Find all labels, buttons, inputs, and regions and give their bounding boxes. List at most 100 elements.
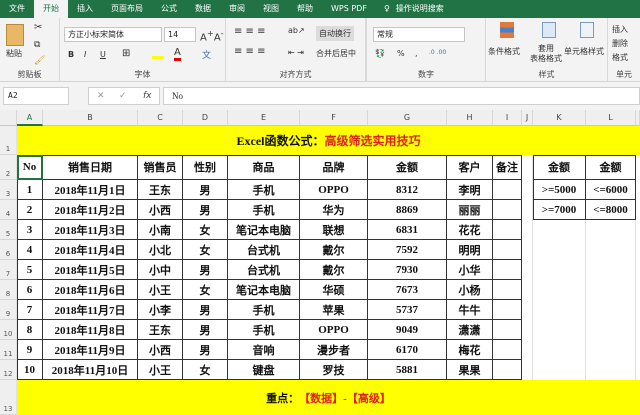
table-cell[interactable]: 罗技 xyxy=(300,360,368,380)
row-header-6[interactable]: 6 xyxy=(0,240,17,260)
table-cell[interactable]: 戴尔 xyxy=(300,240,368,260)
column-header-A[interactable]: A xyxy=(17,110,43,126)
currency-icon[interactable]: 💱 xyxy=(375,49,385,58)
column-header-L[interactable]: L xyxy=(586,110,636,126)
bold-button[interactable]: B xyxy=(68,50,74,59)
table-cell[interactable]: 手机 xyxy=(228,180,300,200)
table-cell[interactable]: 漫步者 xyxy=(300,340,368,360)
table-cell[interactable]: 小王 xyxy=(138,360,183,380)
row-header-12[interactable]: 12 xyxy=(0,360,17,380)
column-header-B[interactable]: B xyxy=(43,110,138,126)
table-cell[interactable] xyxy=(493,360,522,380)
paste-button[interactable]: 粘贴 xyxy=(6,48,22,59)
insert-button[interactable]: 插入 xyxy=(612,24,628,35)
row-header-5[interactable]: 5 xyxy=(0,220,17,240)
table-cell[interactable]: 小华 xyxy=(447,260,493,280)
table-cell[interactable]: 牛牛 xyxy=(447,300,493,320)
tab-10[interactable]: 操作说明搜索 xyxy=(392,0,453,18)
table-cell[interactable] xyxy=(493,320,522,340)
table-cell[interactable]: 男 xyxy=(183,340,228,360)
table-cell[interactable]: 手机 xyxy=(228,300,300,320)
table-cell[interactable]: 笔记本电脑 xyxy=(228,280,300,300)
table-cell[interactable]: 6 xyxy=(17,280,43,300)
indent-icon[interactable]: ⇤ ⇥ xyxy=(288,48,304,57)
font-name-select[interactable]: 方正小标宋简体 xyxy=(64,27,162,42)
table-cell[interactable]: 键盘 xyxy=(228,360,300,380)
table-cell[interactable]: 潇潇 xyxy=(447,320,493,340)
number-format-select[interactable]: 常规 xyxy=(373,27,465,42)
table-cell[interactable]: 李明 xyxy=(447,180,493,200)
criteria-header[interactable]: 金额 xyxy=(586,155,636,180)
criteria-cell[interactable]: <=6000 xyxy=(586,180,636,200)
italic-button[interactable]: I xyxy=(84,50,86,59)
row-header-10[interactable]: 10 xyxy=(0,320,17,340)
tab-3[interactable]: 页面布局 xyxy=(102,0,152,18)
delete-button[interactable]: 删除 xyxy=(612,38,628,49)
tab-8[interactable]: 帮助 xyxy=(288,0,322,18)
header-cell-0[interactable]: No xyxy=(17,155,43,180)
table-cell[interactable]: 小南 xyxy=(138,220,183,240)
row-header-7[interactable]: 7 xyxy=(0,260,17,280)
table-cell[interactable]: 苹果 xyxy=(300,300,368,320)
tab-7[interactable]: 视图 xyxy=(254,0,288,18)
sheet-footer[interactable]: 重点： 【数据】-【高级】 xyxy=(17,380,640,415)
header-cell-8[interactable]: 备注 xyxy=(493,155,522,180)
select-all-corner[interactable] xyxy=(0,110,17,126)
header-cell-6[interactable]: 金额 xyxy=(368,155,447,180)
orientation-icon[interactable]: ab↗ xyxy=(288,26,305,35)
table-cell[interactable]: 台式机 xyxy=(228,260,300,280)
column-header-E[interactable]: E xyxy=(228,110,300,126)
table-cell[interactable]: 联想 xyxy=(300,220,368,240)
header-cell-2[interactable]: 销售员 xyxy=(138,155,183,180)
tab-1[interactable]: 开始 xyxy=(34,0,68,18)
criteria-cell[interactable]: <=8000 xyxy=(586,200,636,220)
cell-style-button[interactable]: 单元格样式 xyxy=(564,46,604,57)
conditional-format-button[interactable]: 条件格式 xyxy=(488,46,520,57)
table-cell[interactable]: 男 xyxy=(183,260,228,280)
format-painter-icon[interactable]: 🖌 xyxy=(34,56,45,66)
copy-icon[interactable]: ⧉ xyxy=(34,40,40,50)
table-cell[interactable]: 7673 xyxy=(368,280,447,300)
table-cell[interactable] xyxy=(493,220,522,240)
tab-0[interactable]: 文件 xyxy=(0,0,34,18)
table-cell[interactable]: 2018年11月3日 xyxy=(43,220,138,240)
align-center-icon[interactable]: ≡ ≡ ≡ xyxy=(234,46,266,57)
table-cell[interactable]: 女 xyxy=(183,360,228,380)
format-button[interactable]: 格式 xyxy=(612,52,628,63)
header-cell-1[interactable]: 销售日期 xyxy=(43,155,138,180)
table-cell[interactable]: 6170 xyxy=(368,340,447,360)
row-header-4[interactable]: 4 xyxy=(0,200,17,220)
table-cell[interactable] xyxy=(493,300,522,320)
column-header-F[interactable]: F xyxy=(300,110,368,126)
table-cell[interactable] xyxy=(493,340,522,360)
row-header-3[interactable]: 3 xyxy=(0,180,17,200)
header-cell-4[interactable]: 商品 xyxy=(228,155,300,180)
table-cell[interactable]: 10 xyxy=(17,360,43,380)
table-cell[interactable]: 梅花 xyxy=(447,340,493,360)
table-cell[interactable]: 8 xyxy=(17,320,43,340)
table-cell[interactable]: 王东 xyxy=(138,320,183,340)
wrap-text-button[interactable]: 自动换行 xyxy=(316,26,354,41)
decimal-icon[interactable]: .0 .00 xyxy=(429,49,446,56)
table-cell[interactable]: 7592 xyxy=(368,240,447,260)
table-cell[interactable]: 手机 xyxy=(228,320,300,340)
table-cell[interactable]: 小西 xyxy=(138,340,183,360)
table-cell[interactable]: 男 xyxy=(183,200,228,220)
table-cell[interactable]: 男 xyxy=(183,300,228,320)
table-cell[interactable]: 王东 xyxy=(138,180,183,200)
table-cell[interactable]: 小北 xyxy=(138,240,183,260)
table-cell[interactable]: 小李 xyxy=(138,300,183,320)
table-cell[interactable]: 4 xyxy=(17,240,43,260)
table-cell[interactable]: 小西 xyxy=(138,200,183,220)
table-cell[interactable]: 音响 xyxy=(228,340,300,360)
table-cell[interactable] xyxy=(493,280,522,300)
table-cell[interactable]: 2018年11月6日 xyxy=(43,280,138,300)
grow-font-icon[interactable]: A+A- xyxy=(200,28,224,43)
table-cell[interactable] xyxy=(493,240,522,260)
table-cell[interactable]: 手机 xyxy=(228,200,300,220)
paste-icon[interactable] xyxy=(6,24,24,46)
header-cell-5[interactable]: 品牌 xyxy=(300,155,368,180)
row-header-8[interactable]: 8 xyxy=(0,280,17,300)
table-cell[interactable] xyxy=(493,200,522,220)
table-cell[interactable]: 8869 xyxy=(368,200,447,220)
